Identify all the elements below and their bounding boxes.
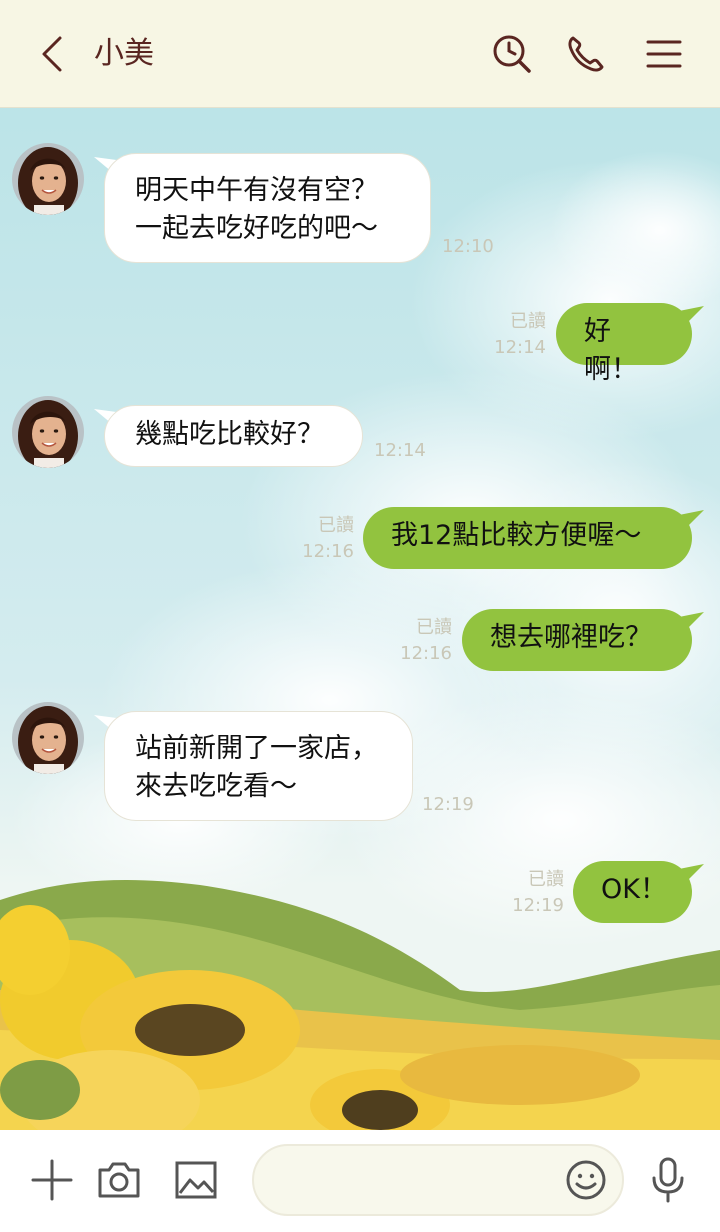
message-text: 好啊！ <box>584 316 638 385</box>
message-text: 來去吃吃看～ <box>135 771 297 802</box>
message-composer <box>0 1130 720 1232</box>
back-icon[interactable] <box>34 34 70 74</box>
message-time: 12:14 <box>374 440 426 461</box>
message-time: 12:19 <box>422 794 474 815</box>
message-time: 12:14 <box>494 337 546 358</box>
contact-name: 小美 <box>94 36 154 71</box>
read-receipt: 已讀 <box>528 869 564 890</box>
search-icon[interactable] <box>490 32 534 76</box>
contact-avatar[interactable] <box>12 143 84 215</box>
plus-icon[interactable] <box>28 1156 76 1204</box>
message-bubble-outgoing[interactable]: 想去哪裡吃？ <box>462 609 692 671</box>
message-time: 12:10 <box>442 236 494 257</box>
message-bubble-outgoing[interactable]: OK！ <box>573 861 692 923</box>
contact-avatar[interactable] <box>12 702 84 774</box>
message-text: 站前新開了一家店， <box>135 733 378 764</box>
message-bubble-outgoing[interactable]: 好啊！ <box>556 303 692 385</box>
read-receipt: 已讀 <box>416 617 452 638</box>
chat-header: 小美 <box>0 0 720 108</box>
read-receipt: 已讀 <box>318 515 354 536</box>
message-bubble-incoming[interactable]: 明天中午有沒有空？ 一起去吃好吃的吧～ <box>104 153 431 263</box>
contact-avatar[interactable] <box>12 396 84 468</box>
message-text: OK！ <box>601 874 667 905</box>
message-bubble-outgoing[interactable]: 我12點比較方便喔～ <box>363 507 692 569</box>
message-text: 我12點比較方便喔～ <box>391 520 642 551</box>
message-bubble-incoming[interactable]: 幾點吃比較好？ <box>104 405 363 467</box>
menu-icon[interactable] <box>642 32 686 76</box>
message-text: 幾點吃比較好？ <box>135 419 324 450</box>
microphone-icon[interactable] <box>644 1156 692 1204</box>
read-receipt: 已讀 <box>510 311 546 332</box>
message-time: 12:16 <box>400 643 452 664</box>
message-text: 一起去吃好吃的吧～ <box>135 213 378 244</box>
message-input[interactable] <box>274 1162 558 1200</box>
message-input-field[interactable] <box>252 1144 624 1216</box>
message-time: 12:16 <box>302 541 354 562</box>
emoji-icon[interactable] <box>564 1158 608 1202</box>
message-time: 12:19 <box>512 895 564 916</box>
image-icon[interactable] <box>172 1156 220 1204</box>
phone-icon[interactable] <box>564 32 608 76</box>
camera-icon[interactable] <box>95 1156 143 1204</box>
message-text: 明天中午有沒有空？ <box>135 175 378 206</box>
message-bubble-incoming[interactable]: 站前新開了一家店， 來去吃吃看～ <box>104 711 413 821</box>
message-text: 想去哪裡吃？ <box>490 622 652 653</box>
